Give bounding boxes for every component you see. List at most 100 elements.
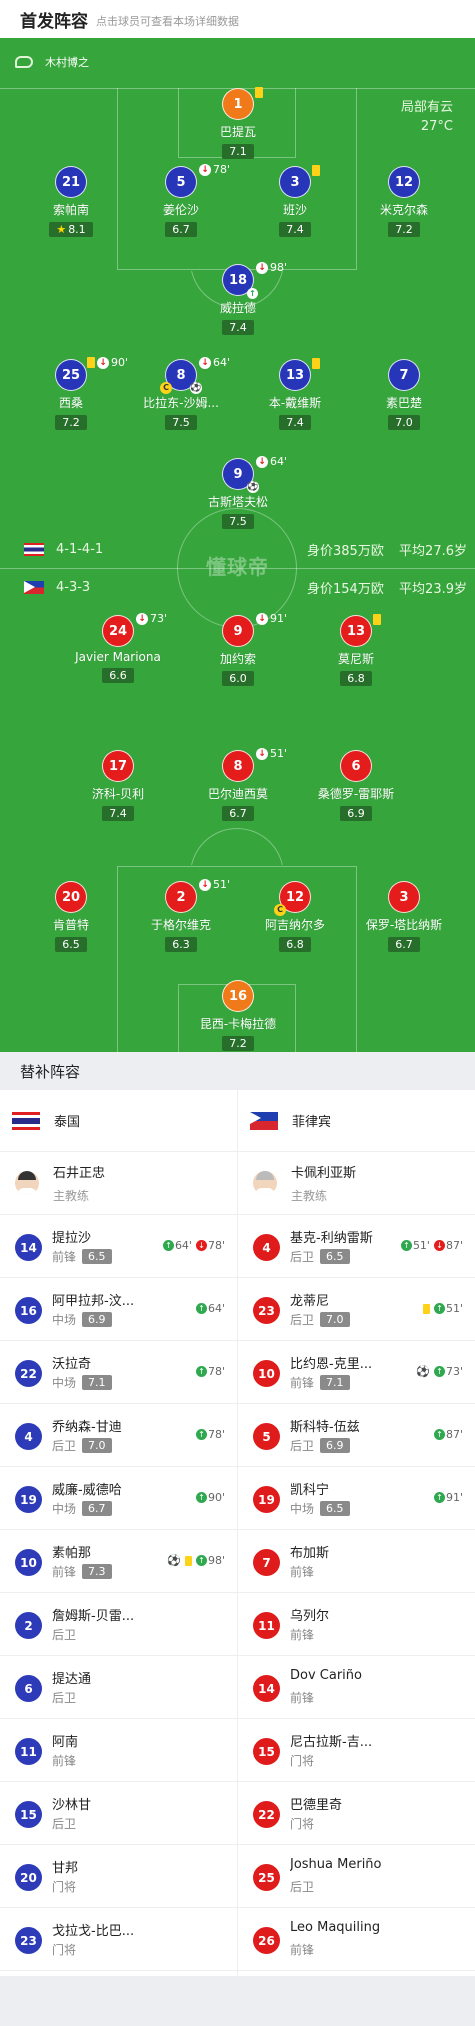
home-coach-row[interactable]: 石井正忠 主教练 <box>0 1152 237 1215</box>
sub-in-minute: 98' <box>207 1554 225 1567</box>
player-away-rw[interactable]: 13 莫尼斯 6.8 <box>286 614 426 686</box>
player-home-rb[interactable]: 12 米克尔森 7.2 <box>334 166 474 237</box>
sub-player-position: 前锋 <box>52 1754 77 1768</box>
away-coach-row[interactable]: 卡佩利亚斯 主教练 <box>238 1152 475 1215</box>
thailand-flag-icon <box>12 1111 40 1130</box>
away-team-row[interactable]: 菲律宾 <box>238 1090 475 1152</box>
sub-player-number: 23 <box>253 1297 280 1324</box>
sub-in-icon: ↑ <box>195 1303 207 1314</box>
sub-player-position-wrap: 前锋 <box>290 1941 314 1958</box>
sub-player-row[interactable]: 23 龙蒂尼 后卫 7.0 ↑ 51' <box>238 1278 475 1341</box>
sub-out-minute: 78' <box>207 1239 225 1252</box>
sub-out-minute: 87' <box>445 1239 463 1252</box>
sub-player-row[interactable]: 26 Leo Maquiling 前锋 <box>238 1908 475 1971</box>
sub-player-row[interactable]: 15 沙林甘 后卫 <box>0 1782 237 1845</box>
sub-player-row[interactable]: 19 凯科宁 中场 6.5 ↑ 91' <box>238 1467 475 1530</box>
sub-player-row[interactable]: 4 基克-利纳雷斯 后卫 6.5 ↑ 51' ↓ 87' <box>238 1215 475 1278</box>
sub-player-name: 基克-利纳雷斯 <box>290 1231 373 1246</box>
sub-out-icon: ↓ <box>433 1240 445 1251</box>
away-formation: 4-3-3 <box>56 580 91 595</box>
player-number-badge: 3 <box>279 165 320 198</box>
sub-player-position: 前锋 <box>52 1250 77 1264</box>
sub-player-row[interactable]: 25 Joshua Meriño 后卫 <box>238 1845 475 1908</box>
home-coach-name: 木村博之 <box>45 56 89 69</box>
sub-player-row[interactable]: 14 Dov Cariño 前锋 <box>238 1656 475 1719</box>
sub-player-position: 门将 <box>290 1817 315 1831</box>
player-home-st[interactable]: 9 ⚽ ↓ 64' 古斯塔夫松 7.5 <box>168 455 308 529</box>
sub-player-name: 甘邦 <box>52 1861 79 1876</box>
sub-player-position: 前锋 <box>52 1565 77 1579</box>
sub-in-icon: ↑ <box>433 1366 445 1377</box>
player-rating: 6.8 <box>340 671 372 686</box>
player-name: 济科-贝利 <box>91 787 145 801</box>
player-away-rb[interactable]: 3 保罗-塔比纳斯 6.7 <box>334 881 474 952</box>
player-rating: 6.6 <box>102 668 134 683</box>
player-away-lcm[interactable]: 17 济科-贝利 7.4 <box>48 750 188 821</box>
sub-player-row[interactable]: 11 乌列尔 前锋 <box>238 1593 475 1656</box>
player-number-badge: 25 <box>55 359 87 391</box>
sub-player-position: 后卫 <box>290 1880 315 1894</box>
coach-name: 石井正忠 <box>53 1166 106 1181</box>
sub-player-row[interactable]: 11 阿南 前锋 <box>0 1719 237 1782</box>
away-team-bar: 4-3-3 身价154万欧 平均23.9岁 <box>24 580 467 597</box>
sub-player-row[interactable]: 23 戈拉戈-比巴... 门将 <box>0 1908 237 1971</box>
sub-player-name: 素帕那 <box>52 1546 92 1561</box>
sub-out-icon: ↓ <box>195 1240 207 1251</box>
yellow-card-icon <box>184 1555 192 1566</box>
sub-out-icon: ↓ <box>199 163 211 176</box>
sub-player-rating: 6.5 <box>320 1501 350 1516</box>
sub-player-events: ↑ 51' <box>419 1302 463 1315</box>
sub-player-number: 19 <box>253 1486 280 1513</box>
sub-in-minute: 64' <box>207 1302 225 1315</box>
sub-in-minute: 51' <box>445 1302 463 1315</box>
sub-player-row[interactable]: 2 詹姆斯-贝雷... 后卫 <box>0 1593 237 1656</box>
sub-player-row[interactable]: 4 乔纳森-甘迪 后卫 7.0 ↑ 78' <box>0 1404 237 1467</box>
sub-player-number: 15 <box>15 1801 42 1828</box>
sub-player-events: ↑ 64' ↓ 78' <box>159 1239 225 1252</box>
sub-in-icon: ↑ <box>195 1492 207 1503</box>
sub-player-name: Leo Maquiling <box>290 1920 381 1935</box>
sub-player-row[interactable]: 6 提达通 后卫 <box>0 1656 237 1719</box>
player-away-gk[interactable]: 16 昆西-卡梅拉德 7.2 <box>168 980 308 1051</box>
player-away-lw[interactable]: 24 ↓ 73' Javier Mariona 6.6 <box>48 612 188 683</box>
sub-player-position: 后卫 <box>290 1250 315 1264</box>
sub-player-row[interactable]: 20 甘邦 门将 <box>0 1845 237 1908</box>
sub-in-icon: ↑ <box>195 1555 207 1566</box>
player-rating: 6.7 <box>222 806 254 821</box>
player-home-rm[interactable]: 7 素巴楚 7.0 <box>334 359 474 430</box>
player-number-badge: 2 <box>165 881 197 913</box>
lineup-title: 首发阵容 <box>20 11 88 32</box>
player-name: 保罗-塔比纳斯 <box>365 918 443 932</box>
sub-player-row[interactable]: 5 斯科特-伍兹 后卫 6.9 ↑ 87' <box>238 1404 475 1467</box>
sub-player-row[interactable]: 10 比约恩-克里... 前锋 7.1 ⚽ ↑ 73' <box>238 1341 475 1404</box>
yellow-card-icon <box>255 87 263 98</box>
player-home-gk[interactable]: 1 巴提瓦 7.1 <box>168 87 308 159</box>
sub-player-row[interactable]: 10 素帕那 前锋 7.3 ⚽ ↑ 98' <box>0 1530 237 1593</box>
sub-player-position-wrap: 门将 <box>290 1752 314 1769</box>
player-away-rcm[interactable]: 6 桑德罗-雷耶斯 6.9 <box>286 750 426 821</box>
home-team-row[interactable]: 泰国 <box>0 1090 237 1152</box>
sub-player-position-wrap: 前锋 <box>290 1626 314 1643</box>
sub-player-name: 提拉沙 <box>52 1231 92 1246</box>
sub-player-row[interactable]: 19 威廉-威德哈 中场 6.7 ↑ 90' <box>0 1467 237 1530</box>
sub-in-icon: ↑ <box>433 1429 445 1440</box>
sub-player-rating: 7.1 <box>82 1375 112 1390</box>
sub-player-row[interactable]: 16 阿甲拉邦-汶... 中场 6.9 ↑ 64' <box>0 1278 237 1341</box>
sub-player-name: 乌列尔 <box>290 1609 330 1624</box>
player-home-dm[interactable]: 18 ↑ ↓ 98' 威拉德 7.4 <box>168 261 308 335</box>
pitch: 懂球帝 木村博之 局部有云 27°C 1 巴提瓦 7.1 21 索帕南 ★ 8.1… <box>0 38 475 1052</box>
sub-player-number: 14 <box>15 1234 42 1261</box>
weather-temp: 27°C <box>420 119 453 134</box>
sub-player-row[interactable]: 22 沃拉奇 中场 7.1 ↑ 78' <box>0 1341 237 1404</box>
coach-role: 主教练 <box>291 1189 328 1203</box>
sub-player-name: 斯科特-伍兹 <box>290 1420 360 1435</box>
sub-player-events: ⚽ ↑ 98' <box>163 1554 225 1567</box>
sub-player-row[interactable]: 7 布加斯 前锋 <box>238 1530 475 1593</box>
home-coach[interactable]: 木村博之 <box>15 54 89 70</box>
sub-player-number: 2 <box>15 1612 42 1639</box>
coach-name: 卡佩利亚斯 <box>291 1166 357 1181</box>
sub-out-icon: ↓ <box>199 878 211 891</box>
sub-player-row[interactable]: 15 尼古拉斯-吉... 门将 <box>238 1719 475 1782</box>
sub-player-row[interactable]: 14 提拉沙 前锋 6.5 ↑ 64' ↓ 78' <box>0 1215 237 1278</box>
sub-player-row[interactable]: 22 巴德里奇 门将 <box>238 1782 475 1845</box>
